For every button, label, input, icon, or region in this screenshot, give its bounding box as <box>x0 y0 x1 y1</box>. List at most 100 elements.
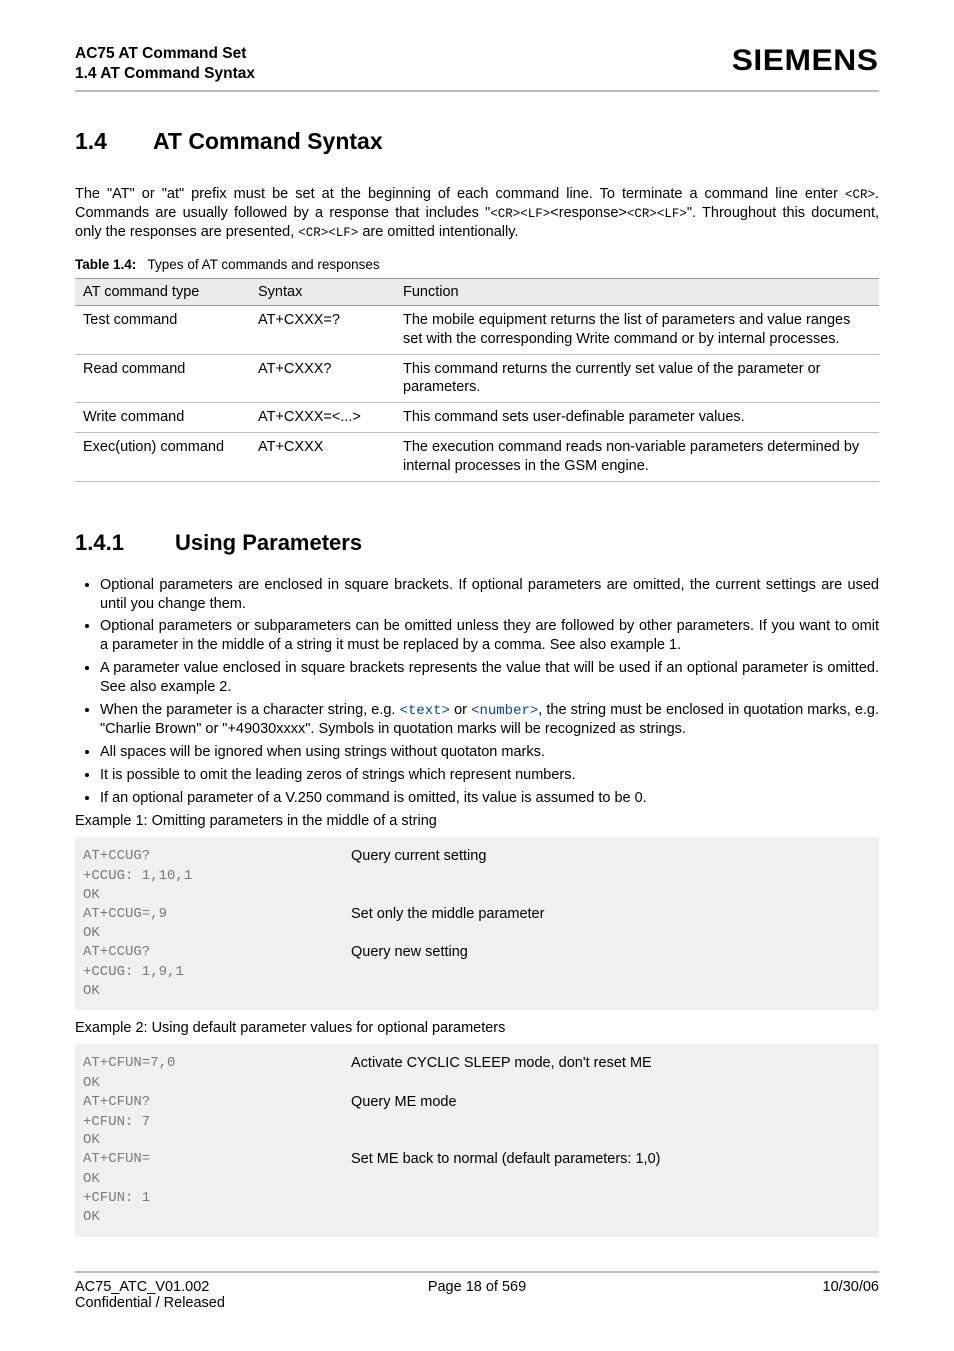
table-caption-label: Table 1.4: <box>75 257 136 272</box>
page-footer: AC75_ATC_V01.002 Confidential / Released… <box>75 1271 879 1311</box>
example-1-title: Example 1: Omitting parameters in the mi… <box>75 813 879 829</box>
cmd-desc: Query ME mode <box>351 1093 457 1113</box>
param-number-link[interactable]: <number> <box>471 703 538 719</box>
cmd-text: OK <box>83 1074 351 1093</box>
cmd-text: AT+CFUN=7,0 <box>83 1054 351 1074</box>
th-type: AT command type <box>75 278 250 305</box>
footer-confidential: Confidential / Released <box>75 1295 225 1311</box>
example-2-block: AT+CFUN=7,0Activate CYCLIC SLEEP mode, d… <box>75 1044 879 1236</box>
cell-syntax: AT+CXXX? <box>250 354 395 403</box>
intro-part: <response> <box>550 205 627 221</box>
cmd-desc: Query new setting <box>351 943 468 963</box>
example-row: OK <box>83 886 871 905</box>
example-row: AT+CCUG?Query current setting <box>83 847 871 867</box>
subsection-title: Using Parameters <box>175 530 362 555</box>
example-row: OK <box>83 1208 871 1227</box>
list-item: Optional parameters are enclosed in squa… <box>100 576 879 614</box>
example-2-title: Example 2: Using default parameter value… <box>75 1020 879 1036</box>
cmd-text: OK <box>83 982 351 1001</box>
page-header: AC75 AT Command Set 1.4 AT Command Synta… <box>75 44 879 84</box>
th-function: Function <box>395 278 879 305</box>
cmd-text: OK <box>83 924 351 943</box>
header-left: AC75 AT Command Set 1.4 AT Command Synta… <box>75 44 255 84</box>
example-1-block: AT+CCUG?Query current setting +CCUG: 1,1… <box>75 837 879 1010</box>
table-row: Exec(ution) command AT+CXXX The executio… <box>75 433 879 482</box>
cmd-text: AT+CCUG=,9 <box>83 905 351 925</box>
th-syntax: Syntax <box>250 278 395 305</box>
param-text-link[interactable]: <text> <box>400 703 450 719</box>
brand-logo: SIEMENS <box>732 44 879 78</box>
cell-func: The execution command reads non-variable… <box>395 433 879 482</box>
list-item: When the parameter is a character string… <box>100 701 879 739</box>
crlf-literal: <CR><LF> <box>627 207 687 221</box>
cell-syntax: AT+CXXX=<...> <box>250 403 395 433</box>
list-item: A parameter value enclosed in square bra… <box>100 659 879 697</box>
cell-func: This command sets user-definable paramet… <box>395 403 879 433</box>
cmd-text: +CFUN: 7 <box>83 1113 351 1132</box>
example-row: OK <box>83 1170 871 1189</box>
cell-func: This command returns the currently set v… <box>395 354 879 403</box>
cmd-text: +CFUN: 1 <box>83 1189 351 1208</box>
example-row: +CCUG: 1,9,1 <box>83 963 871 982</box>
list-item: It is possible to omit the leading zeros… <box>100 766 879 785</box>
list-item: Optional parameters or subparameters can… <box>100 617 879 655</box>
cmd-desc: Activate CYCLIC SLEEP mode, don't reset … <box>351 1054 652 1074</box>
table-caption-text: Types of AT commands and responses <box>148 257 380 272</box>
section-number: 1.4 <box>75 128 153 155</box>
list-item: All spaces will be ignored when using st… <box>100 743 879 762</box>
cell-type: Read command <box>75 354 250 403</box>
example-row: AT+CFUN=7,0Activate CYCLIC SLEEP mode, d… <box>83 1054 871 1074</box>
text-part: or <box>450 702 471 718</box>
intro-part: are omitted intentionally. <box>358 224 518 240</box>
example-row: OK <box>83 924 871 943</box>
example-row: +CCUG: 1,10,1 <box>83 867 871 886</box>
example-row: AT+CCUG=,9Set only the middle parameter <box>83 905 871 925</box>
footer-page: Page 18 of 569 <box>75 1279 879 1295</box>
example-row: OK <box>83 1131 871 1150</box>
section-1-4-intro: The "AT" or "at" prefix must be set at t… <box>75 185 879 242</box>
text-part: When the parameter is a character string… <box>100 702 400 718</box>
cmd-text: AT+CCUG? <box>83 943 351 963</box>
example-row: OK <box>83 1074 871 1093</box>
table-caption: Table 1.4: Types of AT commands and resp… <box>75 257 879 272</box>
crlf-literal: <CR><LF> <box>490 207 550 221</box>
intro-part: The "AT" or "at" prefix must be set at t… <box>75 186 845 202</box>
example-row: OK <box>83 982 871 1001</box>
cmd-desc: Query current setting <box>351 847 486 867</box>
cmd-desc: Set ME back to normal (default parameter… <box>351 1150 660 1170</box>
section-1-4-heading: 1.4AT Command Syntax <box>75 128 879 155</box>
header-rule <box>75 90 879 92</box>
cell-type: Test command <box>75 305 250 354</box>
cmd-text: OK <box>83 1170 351 1189</box>
example-row: AT+CCUG?Query new setting <box>83 943 871 963</box>
table-row: Write command AT+CXXX=<...> This command… <box>75 403 879 433</box>
section-1-4-1-heading: 1.4.1Using Parameters <box>75 530 879 556</box>
example-row: +CFUN: 7 <box>83 1113 871 1132</box>
cmd-desc: Set only the middle parameter <box>351 905 544 925</box>
section-title: AT Command Syntax <box>153 128 383 154</box>
cmd-text: AT+CCUG? <box>83 847 351 867</box>
cell-syntax: AT+CXXX=? <box>250 305 395 354</box>
at-command-types-table: AT command type Syntax Function Test com… <box>75 278 879 482</box>
example-row: AT+CFUN?Query ME mode <box>83 1093 871 1113</box>
cmd-text: AT+CFUN= <box>83 1150 351 1170</box>
cell-func: The mobile equipment returns the list of… <box>395 305 879 354</box>
cmd-text: OK <box>83 1131 351 1150</box>
cell-type: Exec(ution) command <box>75 433 250 482</box>
cr-literal: <CR> <box>845 188 875 202</box>
cmd-text: +CCUG: 1,10,1 <box>83 867 351 886</box>
parameters-bullet-list: Optional parameters are enclosed in squa… <box>75 576 879 808</box>
doc-subtitle: 1.4 AT Command Syntax <box>75 65 255 82</box>
cell-syntax: AT+CXXX <box>250 433 395 482</box>
doc-title: AC75 AT Command Set <box>75 45 246 62</box>
table-row: Read command AT+CXXX? This command retur… <box>75 354 879 403</box>
footer-rule <box>75 1271 879 1273</box>
table-header-row: AT command type Syntax Function <box>75 278 879 305</box>
cmd-text: OK <box>83 886 351 905</box>
cmd-text: +CCUG: 1,9,1 <box>83 963 351 982</box>
table-row: Test command AT+CXXX=? The mobile equipm… <box>75 305 879 354</box>
example-row: +CFUN: 1 <box>83 1189 871 1208</box>
cmd-text: OK <box>83 1208 351 1227</box>
list-item: If an optional parameter of a V.250 comm… <box>100 789 879 808</box>
example-row: AT+CFUN=Set ME back to normal (default p… <box>83 1150 871 1170</box>
